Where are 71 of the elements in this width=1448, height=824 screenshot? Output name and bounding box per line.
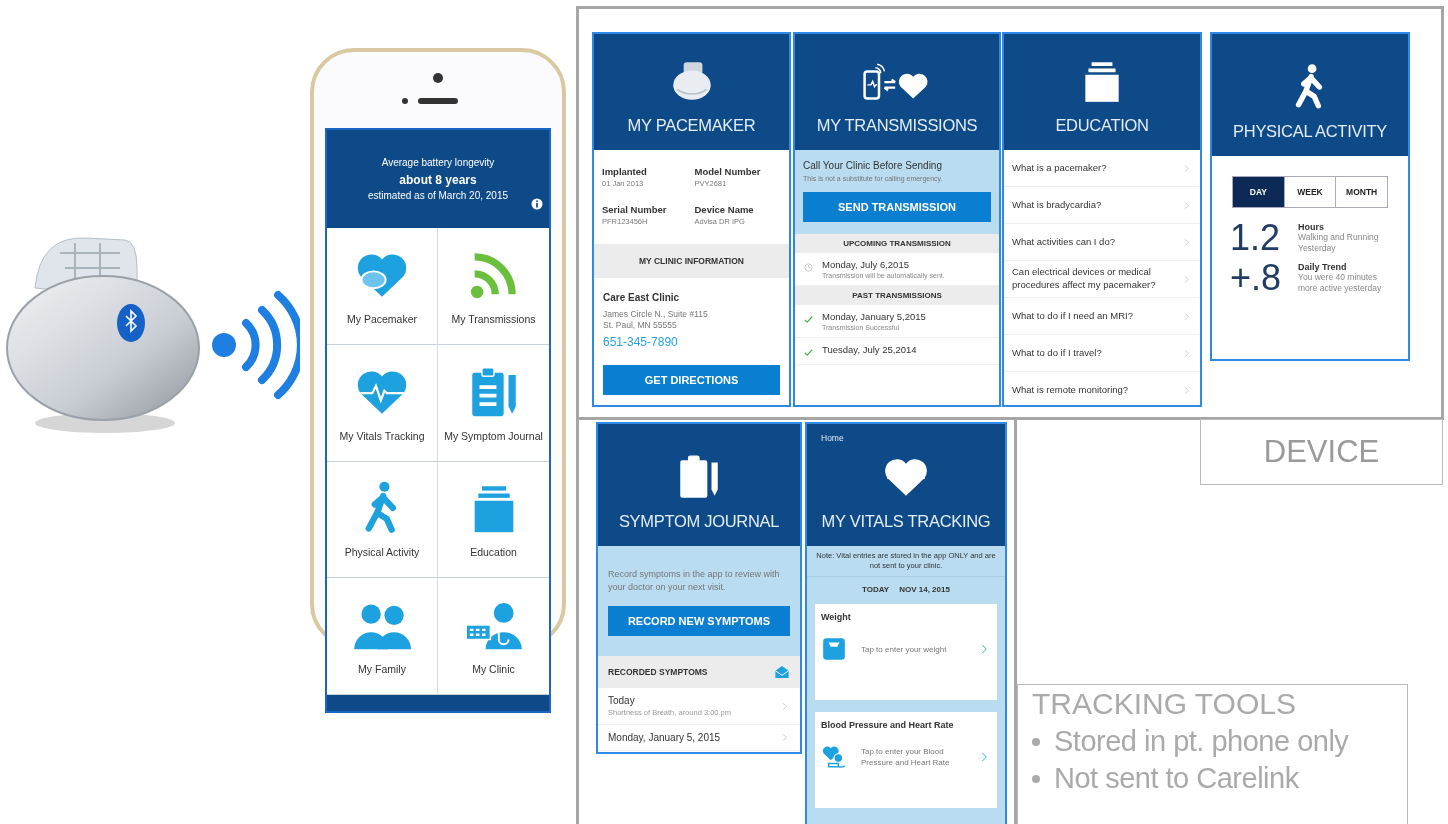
symptom-entry[interactable]: Monday, January 5, 2015 xyxy=(598,725,800,752)
section-heading: UPCOMING TRANSMISSION xyxy=(795,234,999,253)
list-item[interactable]: What to do if I need an MRI? xyxy=(1004,298,1200,335)
stat-label: Daily Trend xyxy=(1298,262,1347,272)
vitals-card[interactable]: Weight Tap to enter your weight xyxy=(815,604,997,701)
info-icon xyxy=(531,198,543,210)
screen-title: EDUCATION xyxy=(1055,116,1149,135)
menu-tile[interactable]: Physical Activity xyxy=(327,461,438,579)
transmission-date: Monday, January 5,2015 xyxy=(822,311,926,322)
menu-tile[interactable]: My Pacemaker xyxy=(327,228,438,345)
card-title: Blood Pressure and Heart Rate xyxy=(821,720,955,731)
vitals-card[interactable]: Blood Pressure and Heart Rate Tap to enter your Blood Pressure and Heart Rate xyxy=(815,712,997,809)
clock-icon xyxy=(803,262,814,273)
entry-date: Today xyxy=(608,695,636,707)
check-icon xyxy=(803,314,814,325)
send-button[interactable]: SEND TRANSMISSION xyxy=(803,192,991,222)
menu-tile[interactable]: My Family xyxy=(327,578,438,695)
home-link[interactable]: Home xyxy=(821,433,844,443)
stat-value: +.8 xyxy=(1230,260,1283,296)
card-prompt: Tap to enter your Blood Pressure and Heart Rate xyxy=(861,746,951,769)
envelope-icon xyxy=(774,664,790,681)
list-item[interactable]: What to do if I travel? xyxy=(1004,335,1200,372)
section-heading: PAST TRANSMISSIONS xyxy=(795,286,999,305)
date-value: NOV 14, 2015 xyxy=(899,585,950,595)
stat-description: You were 40 minutes more active yesterday xyxy=(1298,272,1383,295)
field-label: Serial Number xyxy=(602,204,668,215)
bullet-dot xyxy=(1032,737,1040,746)
list-item[interactable]: What is remote monitoring? xyxy=(1004,372,1200,405)
record-button[interactable]: RECORD NEW SYMPTOMS xyxy=(608,606,790,637)
address-line: James Circle N., Suite #115 xyxy=(603,309,709,321)
estimate-date: estimated as of March 20, 2015 xyxy=(367,190,509,201)
range-tab[interactable]: DAY xyxy=(1233,177,1284,207)
card-title: Weight xyxy=(821,612,852,623)
field-label: Device Name xyxy=(694,204,755,215)
stat-value: 1.2 xyxy=(1230,220,1282,256)
scale-icon xyxy=(821,636,847,663)
field-label: Implanted xyxy=(602,166,648,177)
transmission-date: Tuesday, July 25,2014 xyxy=(822,344,917,355)
check-icon xyxy=(803,347,814,358)
blood-pressure-icon xyxy=(821,744,847,771)
transmission-date: Monday, July 6,2015 xyxy=(822,259,910,270)
bullet-dot xyxy=(1032,774,1040,783)
date-label: TODAY xyxy=(862,585,890,595)
field-label: Model Number xyxy=(694,166,762,177)
list-item[interactable]: What activities can I do? xyxy=(1004,224,1200,261)
list-item[interactable]: Can electrical devices or medical procedures affect my pacemaker? xyxy=(1004,261,1200,298)
bullet-text: Stored in pt. phone only xyxy=(1054,725,1349,758)
card-prompt: Tap to enter your weight xyxy=(861,643,948,655)
list-heading: RECORDED SYMPTOMS xyxy=(608,667,708,678)
battery-value: about 8 years xyxy=(398,173,478,187)
clinic-name: Care East Clinic xyxy=(603,292,681,303)
intro-text: Record symptoms in the app to review with your doctor on your next visit. xyxy=(608,568,781,595)
stat-label: Hours xyxy=(1298,222,1325,232)
section-label: DEVICE xyxy=(1200,419,1443,485)
list-item[interactable]: What is bradycardia? xyxy=(1004,187,1200,224)
battery-label: Average battery longevity xyxy=(380,157,496,168)
notice-title: Call Your Clinic Before Sending xyxy=(803,160,943,171)
screen-title: PHYSICAL ACTIVITY xyxy=(1233,122,1387,141)
directions-button[interactable]: GET DIRECTIONS xyxy=(603,365,780,396)
stat-description: Walking and Running Yesterday xyxy=(1298,232,1380,255)
screen-title: MY VITALS TRACKING xyxy=(821,512,991,531)
callout-title: TRACKING TOOLS xyxy=(1032,687,1297,721)
entry-date: Monday, January 5, 2015 xyxy=(608,732,721,744)
screen-title: MY TRANSMISSIONS xyxy=(816,116,978,135)
screen-title: SYMPTOM JOURNAL xyxy=(618,512,780,531)
screen-title: MY PACEMAKER xyxy=(627,116,756,135)
list-item[interactable]: What is a pacemaker? xyxy=(1004,150,1200,187)
section-heading: MY CLINIC INFORMATION xyxy=(594,244,789,278)
address-line: St. Paul, MN 55555 xyxy=(603,320,678,332)
menu-tile[interactable]: My Vitals Tracking xyxy=(327,344,438,462)
bullet-text: Not sent to Carelink xyxy=(1054,762,1299,795)
